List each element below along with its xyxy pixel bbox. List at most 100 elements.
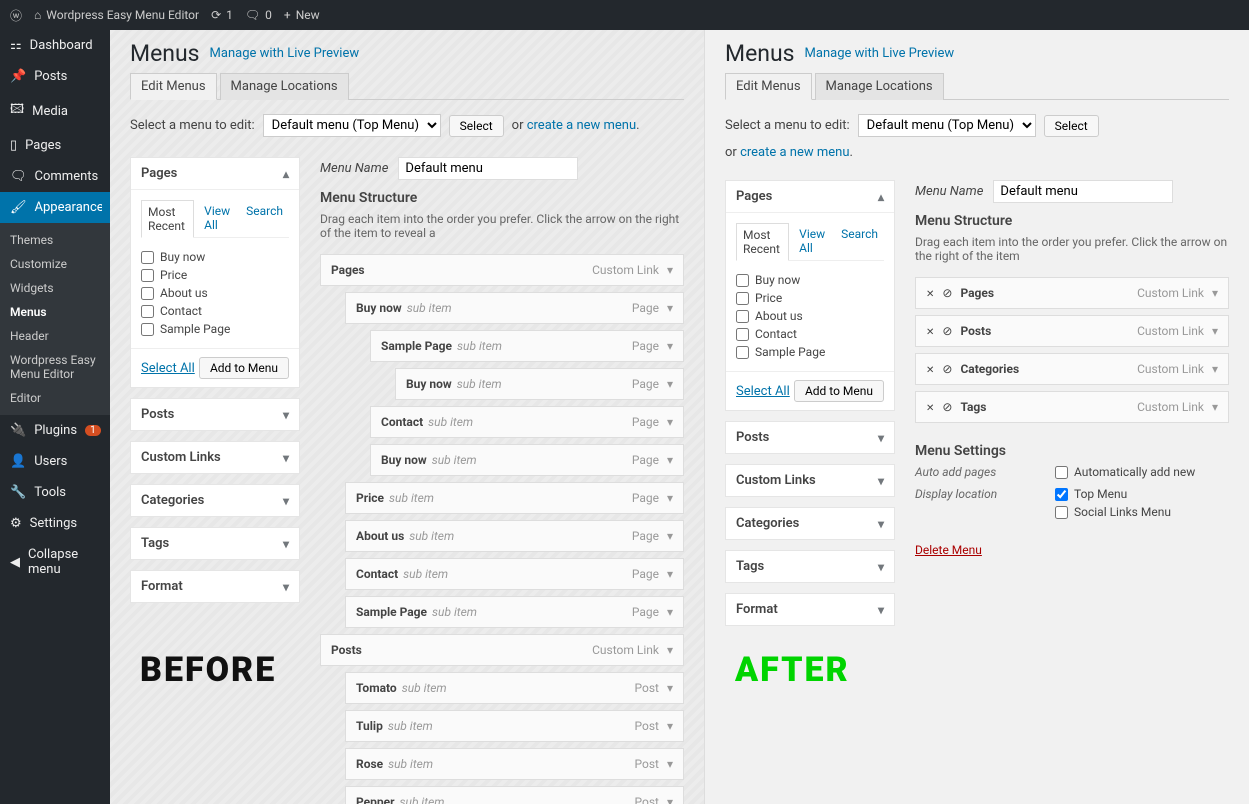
chevron-down-icon[interactable]: ▾ xyxy=(667,415,673,429)
remove-icon[interactable] xyxy=(926,362,934,376)
chevron-down-icon[interactable]: ▾ xyxy=(667,301,673,315)
menu-item[interactable]: Tomato sub itemPost▾ xyxy=(345,672,684,704)
menu-item[interactable]: Buy now sub itemPage▾ xyxy=(395,368,684,400)
submenu-themes[interactable]: Themes xyxy=(0,228,110,252)
submenu-editor[interactable]: Editor xyxy=(0,386,110,410)
pages-tab-recent[interactable]: Most Recent xyxy=(736,223,789,261)
add-to-menu-button[interactable]: Add to Menu xyxy=(794,380,884,402)
menu-item[interactable]: Buy now sub itemPage▾ xyxy=(345,292,684,324)
chevron-down-icon[interactable]: ▾ xyxy=(1212,362,1218,376)
pages-tab-viewall[interactable]: View All xyxy=(198,200,236,237)
chevron-down-icon[interactable]: ▾ xyxy=(667,529,673,543)
sidebar-item-comments[interactable]: 🗨 Comments xyxy=(0,161,110,192)
pages-tab-search[interactable]: Search xyxy=(240,200,289,237)
manage-live-preview-link[interactable]: Manage with Live Preview xyxy=(805,46,955,61)
delete-menu-link[interactable]: Delete Menu xyxy=(915,543,982,557)
page-item-checkbox[interactable] xyxy=(141,323,154,336)
sidebar-item-appearance[interactable]: 🖌 Appearance xyxy=(0,192,110,223)
menu-select[interactable]: Default menu (Top Menu) xyxy=(263,114,441,137)
chevron-down-icon[interactable]: ▾ xyxy=(1212,324,1218,338)
page-item-checkbox[interactable] xyxy=(141,287,154,300)
metabox-format-toggle[interactable]: Format▾ xyxy=(726,594,894,625)
metabox-posts-toggle[interactable]: Posts▾ xyxy=(726,422,894,453)
menu-item[interactable]: About us sub itemPage▾ xyxy=(345,520,684,552)
wp-logo-icon[interactable]: ⓦ xyxy=(10,7,22,24)
page-item-checkbox[interactable] xyxy=(736,274,749,287)
submenu-header[interactable]: Header xyxy=(0,324,110,348)
menu-item[interactable]: CategoriesCustom Link▾ xyxy=(915,353,1229,385)
metabox-customlinks-toggle[interactable]: Custom Links▾ xyxy=(131,442,299,473)
tab-manage-locations[interactable]: Manage Locations xyxy=(815,73,944,100)
chevron-down-icon[interactable]: ▾ xyxy=(667,377,673,391)
manage-live-preview-link[interactable]: Manage with Live Preview xyxy=(210,46,360,61)
new-content-link[interactable]: + New xyxy=(284,8,320,22)
metabox-posts-toggle[interactable]: Posts▾ xyxy=(131,399,299,430)
chevron-down-icon[interactable]: ▾ xyxy=(667,567,673,581)
menu-item[interactable]: Tulip sub itemPost▾ xyxy=(345,710,684,742)
sidebar-item-media[interactable]: 🖾 Media xyxy=(0,92,110,130)
submenu-widgets[interactable]: Widgets xyxy=(0,276,110,300)
chevron-down-icon[interactable]: ▾ xyxy=(667,681,673,695)
sidebar-item-plugins[interactable]: 🔌 Plugins 1 xyxy=(0,415,110,446)
menu-item[interactable]: PagesCustom Link▾ xyxy=(320,254,684,286)
location-top-checkbox[interactable] xyxy=(1055,488,1068,501)
menu-item[interactable]: Price sub itemPage▾ xyxy=(345,482,684,514)
submenu-customize[interactable]: Customize xyxy=(0,252,110,276)
sidebar-item-tools[interactable]: 🔧 Tools xyxy=(0,477,110,508)
chevron-down-icon[interactable]: ▾ xyxy=(667,453,673,467)
pages-tab-search[interactable]: Search xyxy=(835,223,884,260)
menu-item[interactable]: Buy now sub itemPage▾ xyxy=(370,444,684,476)
menu-item[interactable]: Pepper sub itemPost▾ xyxy=(345,786,684,804)
metabox-categories-toggle[interactable]: Categories▾ xyxy=(131,485,299,516)
remove-icon[interactable] xyxy=(926,324,934,338)
chevron-down-icon[interactable]: ▾ xyxy=(667,491,673,505)
create-menu-link[interactable]: create a new menu xyxy=(740,145,849,160)
chevron-down-icon[interactable]: ▾ xyxy=(1212,400,1218,414)
chevron-down-icon[interactable]: ▾ xyxy=(667,757,673,771)
select-all-link[interactable]: Select All xyxy=(141,361,195,376)
tab-manage-locations[interactable]: Manage Locations xyxy=(220,73,349,100)
sidebar-item-settings[interactable]: ⚙ Settings xyxy=(0,508,110,539)
create-menu-link[interactable]: create a new menu xyxy=(527,118,636,133)
chevron-down-icon[interactable]: ▾ xyxy=(667,719,673,733)
add-to-menu-button[interactable]: Add to Menu xyxy=(199,357,289,379)
submenu-easy-menu-editor[interactable]: Wordpress Easy Menu Editor xyxy=(0,348,110,386)
site-link[interactable]: ⌂ Wordpress Easy Menu Editor xyxy=(34,8,199,22)
sidebar-item-pages[interactable]: ▯ Pages xyxy=(0,130,110,161)
metabox-customlinks-toggle[interactable]: Custom Links▾ xyxy=(726,465,894,496)
remove-icon[interactable] xyxy=(926,286,934,300)
comments-link[interactable]: 🗨 0 xyxy=(245,8,272,22)
page-item-checkbox[interactable] xyxy=(736,292,749,305)
metabox-pages-toggle[interactable]: Pages▴ xyxy=(726,181,894,213)
tab-edit-menus[interactable]: Edit Menus xyxy=(130,73,217,100)
metabox-tags-toggle[interactable]: Tags▾ xyxy=(131,528,299,559)
tab-edit-menus[interactable]: Edit Menus xyxy=(725,73,812,100)
sidebar-item-posts[interactable]: 📌 Posts xyxy=(0,61,110,92)
menu-item[interactable]: Sample Page sub itemPage▾ xyxy=(345,596,684,628)
remove-icon[interactable] xyxy=(926,400,934,414)
menu-name-input[interactable] xyxy=(398,157,578,180)
page-item-checkbox[interactable] xyxy=(141,251,154,264)
sidebar-collapse[interactable]: ◀ Collapse menu xyxy=(0,539,110,585)
menu-select[interactable]: Default menu (Top Menu) xyxy=(858,114,1036,137)
page-item-checkbox[interactable] xyxy=(736,328,749,341)
sidebar-item-dashboard[interactable]: ⚏ Dashboard xyxy=(0,30,110,61)
metabox-pages-toggle[interactable]: Pages▴ xyxy=(131,158,299,190)
metabox-format-toggle[interactable]: Format▾ xyxy=(131,571,299,602)
menu-item[interactable]: Contact sub itemPage▾ xyxy=(370,406,684,438)
page-item-checkbox[interactable] xyxy=(736,310,749,323)
pages-tab-recent[interactable]: Most Recent xyxy=(141,200,194,238)
pages-tab-viewall[interactable]: View All xyxy=(793,223,831,260)
chevron-down-icon[interactable]: ▾ xyxy=(667,605,673,619)
updates-link[interactable]: ⟳ 1 xyxy=(211,8,233,22)
menu-item[interactable]: TagsCustom Link▾ xyxy=(915,391,1229,423)
menu-item[interactable]: PostsCustom Link▾ xyxy=(915,315,1229,347)
chevron-down-icon[interactable]: ▾ xyxy=(667,263,673,277)
metabox-tags-toggle[interactable]: Tags▾ xyxy=(726,551,894,582)
chevron-down-icon[interactable]: ▾ xyxy=(1212,286,1218,300)
menu-item[interactable]: Sample Page sub itemPage▾ xyxy=(370,330,684,362)
page-item-checkbox[interactable] xyxy=(141,305,154,318)
page-item-checkbox[interactable] xyxy=(736,346,749,359)
menu-item[interactable]: PostsCustom Link▾ xyxy=(320,634,684,666)
select-button[interactable]: Select xyxy=(449,115,504,137)
